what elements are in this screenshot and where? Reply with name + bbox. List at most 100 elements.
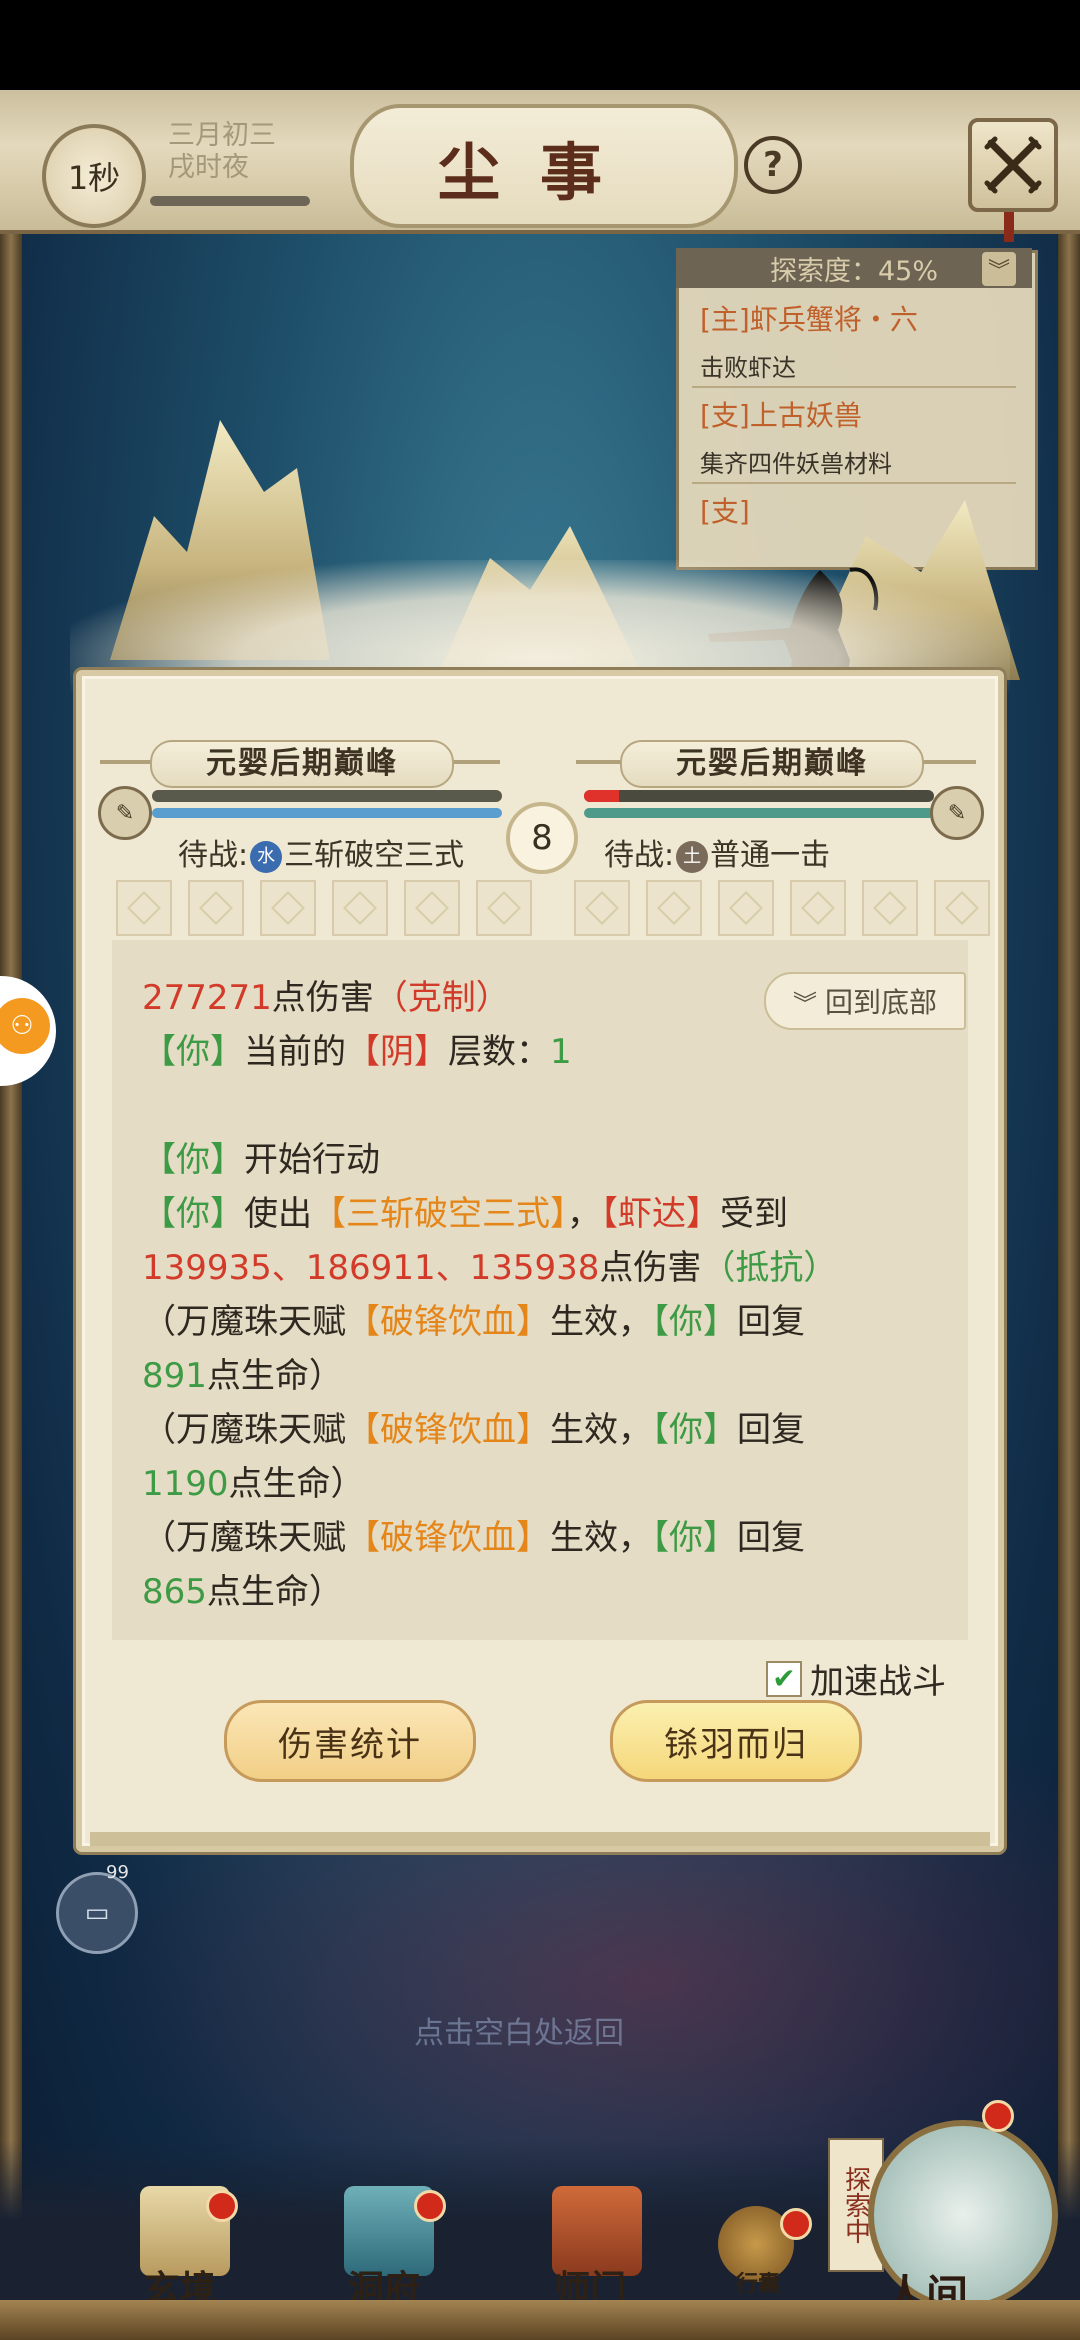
back-to-bottom-label: 回到底部 bbox=[824, 986, 937, 1019]
round-counter: 8 bbox=[506, 802, 578, 874]
enemy-stance: 待战: 土普通一击 bbox=[604, 830, 830, 874]
collapse-chevron-icon[interactable]: ︾ bbox=[982, 252, 1016, 286]
back-to-bottom-button[interactable]: ︾ 回到底部 bbox=[764, 972, 966, 1030]
time-progress-bar bbox=[150, 196, 310, 206]
log-text: （万魔珠天赋 bbox=[142, 1302, 346, 1342]
player-mp-bar bbox=[152, 808, 502, 818]
nav-xingnang[interactable]: 行囊 bbox=[736, 2266, 780, 2298]
buff-slot bbox=[404, 880, 460, 936]
log-line: 【你】开始行动 bbox=[142, 1132, 380, 1181]
log-line: 【你】使出【三斩破空三式】，【虾达】受到 bbox=[142, 1186, 788, 1235]
log-text: 点生命） bbox=[228, 1464, 365, 1504]
log-text: 点生命） bbox=[206, 1572, 343, 1612]
buff-slot bbox=[332, 880, 388, 936]
log-talent: 【破锋饮血】 bbox=[346, 1302, 550, 1342]
game-date: 三月初三 戌时夜 bbox=[168, 120, 276, 184]
enemy-skill: 普通一击 bbox=[710, 838, 831, 873]
log-tag: 【阴】 bbox=[346, 1032, 448, 1072]
buff-slot bbox=[188, 880, 244, 936]
close-button[interactable] bbox=[968, 118, 1058, 212]
notification-dot bbox=[780, 2208, 812, 2240]
chat-button[interactable]: ▭ bbox=[56, 1872, 138, 1954]
log-text: 点伤害 bbox=[599, 1248, 702, 1288]
quest-title: [支]上古妖兽 bbox=[700, 399, 862, 432]
enemy-hp-bar bbox=[584, 790, 934, 802]
buff-slot bbox=[260, 880, 316, 936]
red-tassel bbox=[1004, 212, 1014, 242]
earth-element-icon: 土 bbox=[676, 840, 709, 873]
log-text: （万魔珠天赋 bbox=[142, 1518, 346, 1558]
log-you: 【你】 bbox=[652, 1518, 737, 1558]
enemy-rank: 元婴后期巅峰 bbox=[620, 740, 924, 788]
retreat-button[interactable]: 铩羽而归 bbox=[610, 1700, 862, 1782]
chat-icon: ▭ bbox=[84, 1898, 110, 1928]
bottom-strip bbox=[0, 2300, 1080, 2340]
player-bars bbox=[152, 790, 502, 820]
status-bar-area bbox=[0, 0, 1080, 90]
game-screen: 1秒 三月初三 戌时夜 尘事 ? 探索度：45% ︾ [主]虾兵蟹将・六 击败虾… bbox=[0, 0, 1080, 2340]
log-tag: （抵抗） bbox=[701, 1248, 838, 1288]
damage-number: 139935、186911、135938 bbox=[142, 1248, 600, 1288]
log-text: 使出 bbox=[244, 1194, 312, 1234]
log-line: （万魔珠天赋【破锋饮血】生效，【你】回复 bbox=[142, 1402, 805, 1451]
heal-number: 1190 bbox=[142, 1464, 229, 1504]
help-button[interactable]: ? bbox=[744, 136, 802, 194]
buff-slot bbox=[646, 880, 702, 936]
player-buff-slots bbox=[116, 880, 532, 936]
log-text: 点伤害 bbox=[271, 978, 374, 1018]
log-text: 层数： bbox=[448, 1032, 550, 1072]
log-you: 【你】 bbox=[142, 1140, 244, 1180]
panel-scroll-edge bbox=[90, 1832, 990, 1846]
player-scroll-icon[interactable]: ✎ bbox=[98, 786, 152, 840]
log-text: 当前的 bbox=[244, 1032, 346, 1072]
log-number: 1 bbox=[550, 1032, 572, 1072]
log-line: 1190点生命） bbox=[142, 1456, 365, 1505]
quest-desc: 集齐四件妖兽材料 bbox=[700, 450, 892, 478]
notification-dot bbox=[982, 2100, 1014, 2132]
checkbox-checked-icon[interactable]: ✔ bbox=[766, 1660, 802, 1697]
damage-stats-button[interactable]: 伤害统计 bbox=[224, 1700, 476, 1782]
log-text: 生效， bbox=[550, 1410, 652, 1450]
tap-blank-hint: 点击空白处返回 bbox=[414, 2016, 624, 2051]
log-tag: （克制） bbox=[373, 978, 510, 1018]
log-text: 生效， bbox=[550, 1518, 652, 1558]
log-you: 【你】 bbox=[652, 1302, 737, 1342]
enemy-scroll-icon[interactable]: ✎ bbox=[930, 786, 984, 840]
log-talent: 【破锋饮血】 bbox=[346, 1410, 550, 1450]
explore-progress: 探索度：45% bbox=[676, 248, 1032, 288]
log-you: 【你】 bbox=[142, 1194, 244, 1234]
quest-item-main[interactable]: [主]虾兵蟹将・六 击败虾达 bbox=[700, 298, 1020, 383]
timer-badge: 1秒 bbox=[42, 124, 146, 228]
log-you: 【你】 bbox=[142, 1032, 244, 1072]
help-icon: ? bbox=[763, 145, 783, 185]
enemy-bars bbox=[584, 790, 934, 820]
log-line: （万魔珠天赋【破锋饮血】生效，【你】回复 bbox=[142, 1294, 805, 1343]
notification-dot bbox=[206, 2190, 238, 2222]
player-stance: 待战: 水三斩破空三式 bbox=[178, 830, 464, 874]
timer-label: 1秒 bbox=[67, 159, 121, 197]
quest-divider bbox=[692, 482, 1016, 484]
notification-dot bbox=[414, 2190, 446, 2222]
crossed-weapons-icon bbox=[984, 136, 1042, 194]
buff-slot bbox=[934, 880, 990, 936]
player-hp-bar bbox=[152, 790, 502, 802]
quest-desc: 击败虾达 bbox=[700, 354, 796, 382]
water-element-icon: 水 bbox=[250, 840, 283, 873]
player-skill: 三斩破空三式 bbox=[284, 838, 465, 873]
quest-divider bbox=[692, 386, 1016, 388]
buff-slot bbox=[476, 880, 532, 936]
date-line-1: 三月初三 bbox=[168, 120, 276, 151]
player-rank: 元婴后期巅峰 bbox=[150, 740, 454, 788]
speed-up-label: 加速战斗 bbox=[810, 1662, 946, 1702]
gamepad-icon: ⚇ bbox=[0, 998, 50, 1054]
log-text: 回复 bbox=[737, 1518, 805, 1558]
quest-item-side-1[interactable]: [支]上古妖兽 集齐四件妖兽材料 bbox=[700, 394, 1020, 479]
log-text: 回复 bbox=[737, 1302, 805, 1342]
chat-badge: 99 bbox=[106, 1862, 129, 1883]
enemy-mp-bar bbox=[584, 808, 934, 818]
buff-slot bbox=[790, 880, 846, 936]
log-text: 点生命） bbox=[206, 1356, 343, 1396]
heal-number: 891 bbox=[142, 1356, 207, 1396]
log-text: ， bbox=[567, 1194, 601, 1234]
speed-up-toggle[interactable]: ✔ 加速战斗 bbox=[766, 1654, 946, 1703]
